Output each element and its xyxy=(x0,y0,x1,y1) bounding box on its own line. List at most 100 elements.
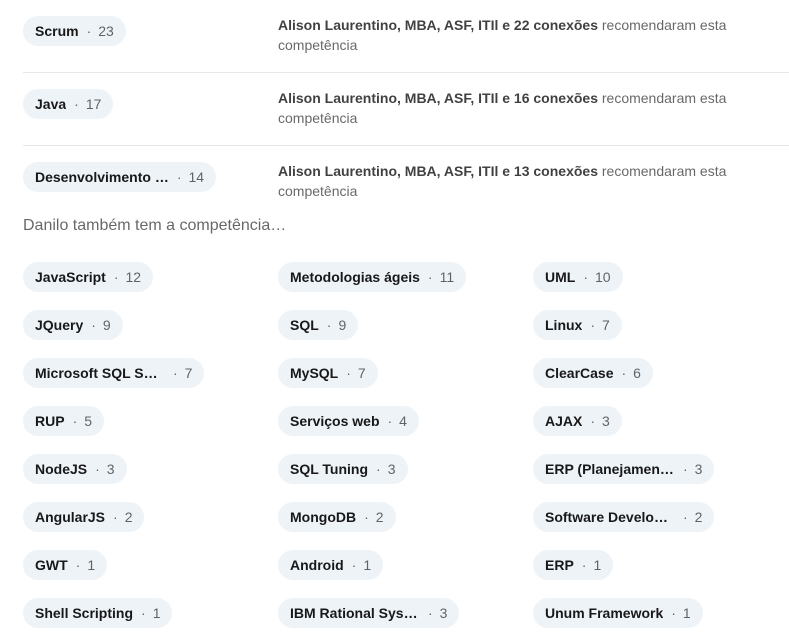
skill-pill[interactable]: UML · 10 xyxy=(533,262,623,292)
endorsement-count: 1 xyxy=(593,557,602,573)
skill-pill[interactable]: AngularJS · 2 xyxy=(23,502,145,532)
endorsement-count: 3 xyxy=(694,461,703,477)
endorsement-count: 1 xyxy=(682,605,691,621)
separator-dot: · xyxy=(95,461,100,477)
separator-dot: · xyxy=(683,461,688,477)
skill-name: ERP xyxy=(545,557,574,573)
endorsers-link[interactable]: Alison Laurentino, MBA, ASF, ITIl e 16 c… xyxy=(278,90,598,106)
endorsement-count: 3 xyxy=(602,413,610,429)
skill-name: JQuery xyxy=(35,317,84,333)
separator-dot: · xyxy=(176,169,182,185)
endorsement-count: 4 xyxy=(399,413,407,429)
endorsement-text: Alison Laurentino, MBA, ASF, ITIl e 22 c… xyxy=(278,15,728,55)
separator-dot: · xyxy=(428,605,433,621)
skill-name: Shell Scripting xyxy=(35,605,134,621)
endorsement-count: 7 xyxy=(357,365,366,381)
skill-name: Linux xyxy=(545,317,583,333)
endorsement-count: 2 xyxy=(694,509,703,525)
skill-pill[interactable]: Unum Framework · 1 xyxy=(533,598,703,628)
separator-dot: · xyxy=(683,509,688,525)
skill-pill[interactable]: SQL Tuning · 3 xyxy=(278,454,408,484)
separator-dot: · xyxy=(581,557,587,573)
separator-dot: · xyxy=(326,317,332,333)
endorsed-skills-list: Scrum · 23 Alison Laurentino, MBA, ASF, … xyxy=(23,0,789,219)
skill-pill[interactable]: NodeJS · 3 xyxy=(23,454,127,484)
skill-name: ERP (Planejament… xyxy=(545,461,675,477)
skill-pill-desenvolvimento[interactable]: Desenvolvimento … · 14 xyxy=(23,162,217,192)
skill-name: Scrum xyxy=(35,23,79,39)
skill-name: SQL xyxy=(290,317,319,333)
separator-dot: · xyxy=(590,413,596,429)
endorsers-link[interactable]: Alison Laurentino, MBA, ASF, ITIl e 13 c… xyxy=(278,163,598,179)
skill-name: IBM Rational Syst… xyxy=(290,605,420,621)
separator-dot: · xyxy=(86,23,92,39)
skill-row-java: Java · 17 Alison Laurentino, MBA, ASF, I… xyxy=(23,73,789,146)
skill-pill[interactable]: RUP · 5 xyxy=(23,406,105,436)
skill-pill[interactable]: GWT · 1 xyxy=(23,550,108,580)
separator-dot: · xyxy=(387,413,393,429)
skill-pill[interactable]: Android · 1 xyxy=(278,550,384,580)
separator-dot: · xyxy=(364,509,369,525)
separator-dot: · xyxy=(91,317,96,333)
separator-dot: · xyxy=(590,317,596,333)
skill-name: Serviços web xyxy=(290,413,380,429)
skill-pill[interactable]: ERP · 1 xyxy=(533,550,614,580)
skill-pill[interactable]: Linux · 7 xyxy=(533,310,622,340)
skill-pill[interactable]: JQuery · 9 xyxy=(23,310,123,340)
skill-name: UML xyxy=(545,269,576,285)
endorsement-text: Alison Laurentino, MBA, ASF, ITIl e 16 c… xyxy=(278,88,728,128)
skill-name: Metodologias ágeis xyxy=(290,269,420,285)
endorsement-count: 1 xyxy=(152,605,161,621)
separator-dot: · xyxy=(621,365,627,381)
skill-name: SQL Tuning xyxy=(290,461,369,477)
skill-pill-java[interactable]: Java · 17 xyxy=(23,89,114,119)
skill-pill[interactable]: AJAX · 3 xyxy=(533,406,622,436)
skill-name: RUP xyxy=(35,413,65,429)
skill-name: JavaScript xyxy=(35,269,106,285)
skill-pill[interactable]: IBM Rational Syst… · 3 xyxy=(278,598,460,628)
endorsement-count: 5 xyxy=(84,413,93,429)
separator-dot: · xyxy=(351,557,357,573)
skill-name: Desenvolvimento … xyxy=(35,169,169,185)
endorsement-count: 11 xyxy=(439,269,455,285)
skill-pill[interactable]: JavaScript · 12 xyxy=(23,262,154,292)
skill-pill[interactable]: SQL · 9 xyxy=(278,310,359,340)
endorsement-count: 3 xyxy=(106,461,115,477)
skill-name: Microsoft SQL Ser… xyxy=(35,365,165,381)
other-skills-heading: Danilo também tem a competência… xyxy=(23,217,287,234)
endorsement-count: 17 xyxy=(85,96,102,112)
separator-dot: · xyxy=(427,269,433,285)
endorsement-count: 2 xyxy=(124,509,133,525)
skill-name: Software Develop… xyxy=(545,509,675,525)
skill-pill[interactable]: ERP (Planejament… · 3 xyxy=(533,454,715,484)
separator-dot: · xyxy=(173,365,178,381)
endorsement-count: 23 xyxy=(98,23,114,39)
skill-pill[interactable]: MongoDB · 2 xyxy=(278,502,396,532)
skill-pill[interactable]: Software Develop… · 2 xyxy=(533,502,715,532)
skill-name: NodeJS xyxy=(35,461,88,477)
separator-dot: · xyxy=(72,413,78,429)
skill-name: GWT xyxy=(35,557,68,573)
skill-name: AngularJS xyxy=(35,509,106,525)
skill-pill-scrum[interactable]: Scrum · 23 xyxy=(23,16,126,46)
separator-dot: · xyxy=(75,557,81,573)
separator-dot: · xyxy=(113,269,119,285)
skill-pill[interactable]: Shell Scripting · 1 xyxy=(23,598,173,628)
skill-pill[interactable]: MySQL · 7 xyxy=(278,358,378,388)
separator-dot: · xyxy=(113,509,118,525)
endorsement-count: 9 xyxy=(102,317,111,333)
endorsement-count: 2 xyxy=(375,509,384,525)
endorsement-count: 1 xyxy=(87,557,96,573)
endorsement-count: 12 xyxy=(125,269,142,285)
skill-name: AJAX xyxy=(545,413,583,429)
endorsement-count: 3 xyxy=(439,605,448,621)
separator-dot: · xyxy=(671,605,676,621)
endorsers-link[interactable]: Alison Laurentino, MBA, ASF, ITIl e 22 c… xyxy=(278,17,598,33)
skill-pill[interactable]: Serviços web · 4 xyxy=(278,406,419,436)
endorsement-count: 7 xyxy=(602,317,610,333)
skill-pill[interactable]: Metodologias ágeis · 11 xyxy=(278,262,467,292)
endorsement-text: Alison Laurentino, MBA, ASF, ITIl e 13 c… xyxy=(278,161,728,201)
skill-pill[interactable]: Microsoft SQL Ser… · 7 xyxy=(23,358,205,388)
separator-dot: · xyxy=(141,605,146,621)
skill-pill[interactable]: ClearCase · 6 xyxy=(533,358,653,388)
